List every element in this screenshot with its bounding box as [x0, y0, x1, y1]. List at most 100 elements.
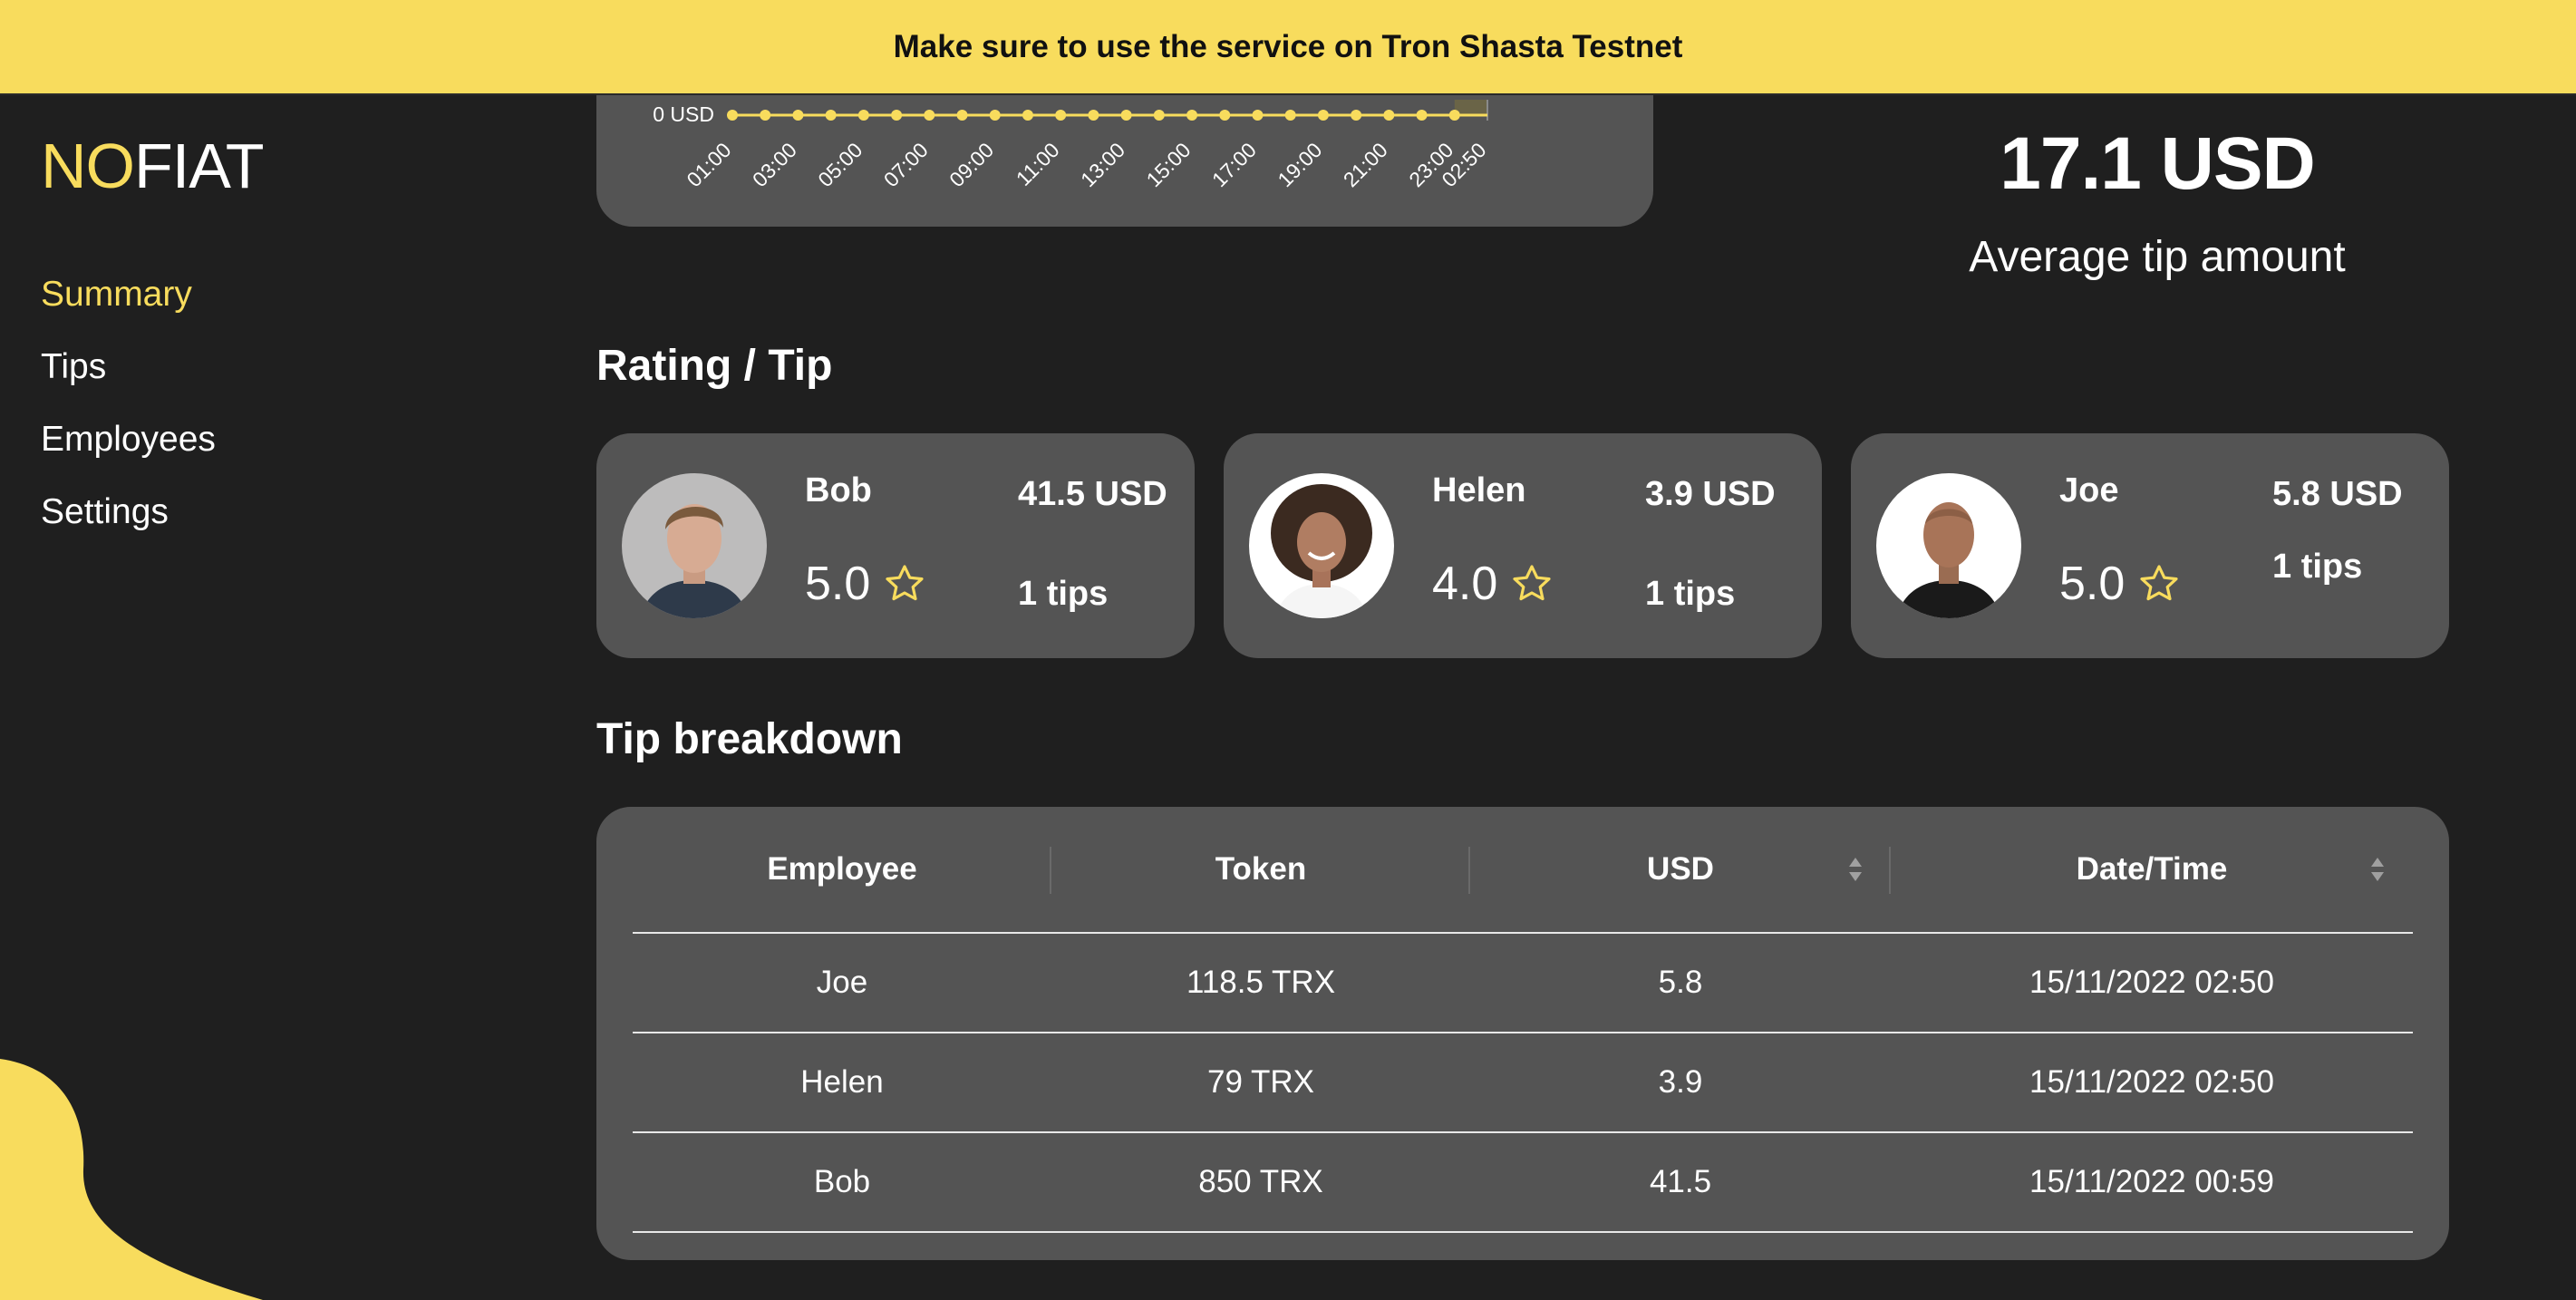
- sidebar-nav: Summary Tips Employees Settings: [41, 258, 216, 548]
- employee-card-joe[interactable]: Joe 5.0 5.8 USD 1 tips: [1851, 433, 2449, 658]
- chart-svg: 0 USD 01:00 03:00 05:00 07:00 09:00 11:00 13:00…: [653, 100, 1491, 191]
- employee-tip-amount: 3.9 USD: [1645, 475, 1776, 513]
- table-row[interactable]: Bob 850 TRX 41.5 15/11/2022 00:59: [633, 1133, 2413, 1233]
- cell-datetime: 15/11/2022 02:50: [2029, 1064, 2274, 1100]
- cell-usd: 41.5: [1649, 1164, 1712, 1199]
- column-header-label: USD: [1647, 851, 1714, 887]
- employee-tip-amount: 5.8 USD: [2272, 475, 2403, 513]
- x-axis-tick-label: 03:00: [748, 138, 801, 191]
- chart-point: [825, 110, 837, 121]
- column-header-usd[interactable]: USD: [1470, 807, 1891, 932]
- cell-token: 118.5 TRX: [1186, 965, 1336, 1000]
- joe-avatar: [1876, 473, 2021, 618]
- employee-card-bob[interactable]: Bob 5.0 41.5 USD 1 tips: [596, 433, 1195, 658]
- table-row[interactable]: Joe 118.5 TRX 5.8 15/11/2022 02:50: [633, 934, 2413, 1033]
- chart-point: [1252, 110, 1264, 121]
- table-body: Joe 118.5 TRX 5.8 15/11/2022 02:50 Helen…: [633, 934, 2413, 1233]
- helen-avatar: [1249, 473, 1394, 618]
- breakdown-section-title: Tip breakdown: [596, 715, 903, 763]
- table-row[interactable]: Helen 79 TRX 3.9 15/11/2022 02:50: [633, 1033, 2413, 1133]
- employee-tip-count: 1 tips: [1645, 575, 1736, 613]
- chart-point: [956, 110, 968, 121]
- average-tip-label: Average tip amount: [1969, 233, 2346, 281]
- employee-name: Bob: [805, 471, 872, 509]
- column-header-token[interactable]: Token: [1051, 807, 1470, 932]
- chart-point: [1284, 110, 1296, 121]
- decorative-blob: [0, 1059, 263, 1300]
- testnet-banner: Make sure to use the service on Tron Sha…: [0, 0, 2576, 95]
- sidebar-item-settings[interactable]: Settings: [41, 476, 216, 548]
- chart-point: [792, 110, 804, 121]
- sort-icon[interactable]: [2369, 856, 2386, 883]
- banner-text: Make sure to use the service on Tron Sha…: [893, 28, 1683, 64]
- star-icon: [2140, 565, 2178, 601]
- chart-point: [1448, 110, 1460, 121]
- column-header-label: Token: [1215, 851, 1307, 887]
- cell-employee: Helen: [800, 1064, 884, 1100]
- sidebar-item-tips[interactable]: Tips: [41, 331, 216, 403]
- chart-point: [1186, 110, 1198, 121]
- star-icon: [886, 565, 924, 601]
- x-axis-tick-label: 07:00: [879, 138, 933, 191]
- employee-tip-count: 1 tips: [2272, 548, 2363, 586]
- employee-card-helen[interactable]: Helen 4.0 3.9 USD 1 tips: [1224, 433, 1822, 658]
- employee-tip-amount: 41.5 USD: [1018, 475, 1167, 513]
- chart-point: [924, 110, 935, 121]
- chart-point: [1351, 110, 1362, 121]
- rating-value: 4.0: [1432, 558, 1498, 610]
- average-tip-stat: 17.1 USD Average tip amount: [1858, 127, 2456, 279]
- rating-value: 5.0: [2059, 558, 2126, 610]
- logo-part-no: NO: [41, 131, 135, 201]
- x-axis-tick-label: 01:00: [682, 138, 735, 191]
- cell-datetime: 15/11/2022 00:59: [2029, 1164, 2274, 1199]
- logo-part-fiat: FIAT: [134, 131, 264, 201]
- x-axis-tick-label: 11:00: [1012, 138, 1064, 190]
- table-header: Employee Token USD Date/Time: [633, 807, 2413, 934]
- cell-datetime: 15/11/2022 02:50: [2029, 965, 2274, 1000]
- cell-usd: 5.8: [1658, 965, 1703, 1000]
- column-header-datetime[interactable]: Date/Time: [1891, 807, 2413, 932]
- chart-point: [1219, 110, 1231, 121]
- column-header-label: Employee: [767, 851, 917, 887]
- x-axis-tick-label: 19:00: [1273, 138, 1326, 191]
- tips-line-chart: 0 USD 01:00 03:00 05:00 07:00 09:00 11:00 13:00…: [596, 95, 1653, 227]
- employee-rating: 4.0: [1432, 560, 1554, 607]
- cell-employee: Bob: [813, 1164, 871, 1199]
- chart-point: [891, 110, 903, 121]
- chart-point: [1383, 110, 1395, 121]
- sort-icon[interactable]: [1847, 856, 1864, 883]
- chart-point: [727, 110, 738, 121]
- chart-point: [1022, 110, 1033, 121]
- average-tip-value: 17.1 USD: [2000, 122, 2316, 205]
- chart-point: [760, 110, 771, 121]
- cell-usd: 3.9: [1658, 1064, 1703, 1100]
- cell-employee: Joe: [816, 965, 868, 1000]
- x-axis-tick-label: 21:00: [1339, 138, 1392, 191]
- x-axis-tick-label: 13:00: [1076, 138, 1129, 191]
- x-axis-tick-label: 09:00: [944, 138, 998, 191]
- chart-point: [1055, 110, 1067, 121]
- column-header-employee[interactable]: Employee: [633, 807, 1051, 932]
- rating-section-title: Rating / Tip: [596, 342, 833, 390]
- chart-point: [1416, 110, 1428, 121]
- x-axis-tick-label: 15:00: [1141, 138, 1195, 191]
- star-icon: [1513, 565, 1551, 601]
- chart-point: [989, 110, 1001, 121]
- employee-rating: 5.0: [805, 560, 926, 607]
- employee-name: Joe: [2059, 471, 2119, 509]
- sidebar-item-employees[interactable]: Employees: [41, 403, 216, 476]
- chart-point: [1153, 110, 1165, 121]
- bob-avatar: [622, 473, 767, 618]
- employee-tip-count: 1 tips: [1018, 575, 1109, 613]
- employee-rating: 5.0: [2059, 560, 2181, 607]
- tip-breakdown-table: Employee Token USD Date/Time Joe 118.5 T…: [596, 807, 2449, 1260]
- cell-token: 79 TRX: [1206, 1064, 1315, 1100]
- sidebar-item-summary[interactable]: Summary: [41, 258, 216, 331]
- column-header-label: Date/Time: [2076, 851, 2228, 887]
- logo[interactable]: NOFIAT: [41, 131, 264, 201]
- chart-point: [1317, 110, 1329, 121]
- x-axis-tick-label: 05:00: [813, 138, 867, 191]
- chart-point: [1088, 110, 1099, 121]
- chart-point: [857, 110, 869, 121]
- chart-point: [1120, 110, 1132, 121]
